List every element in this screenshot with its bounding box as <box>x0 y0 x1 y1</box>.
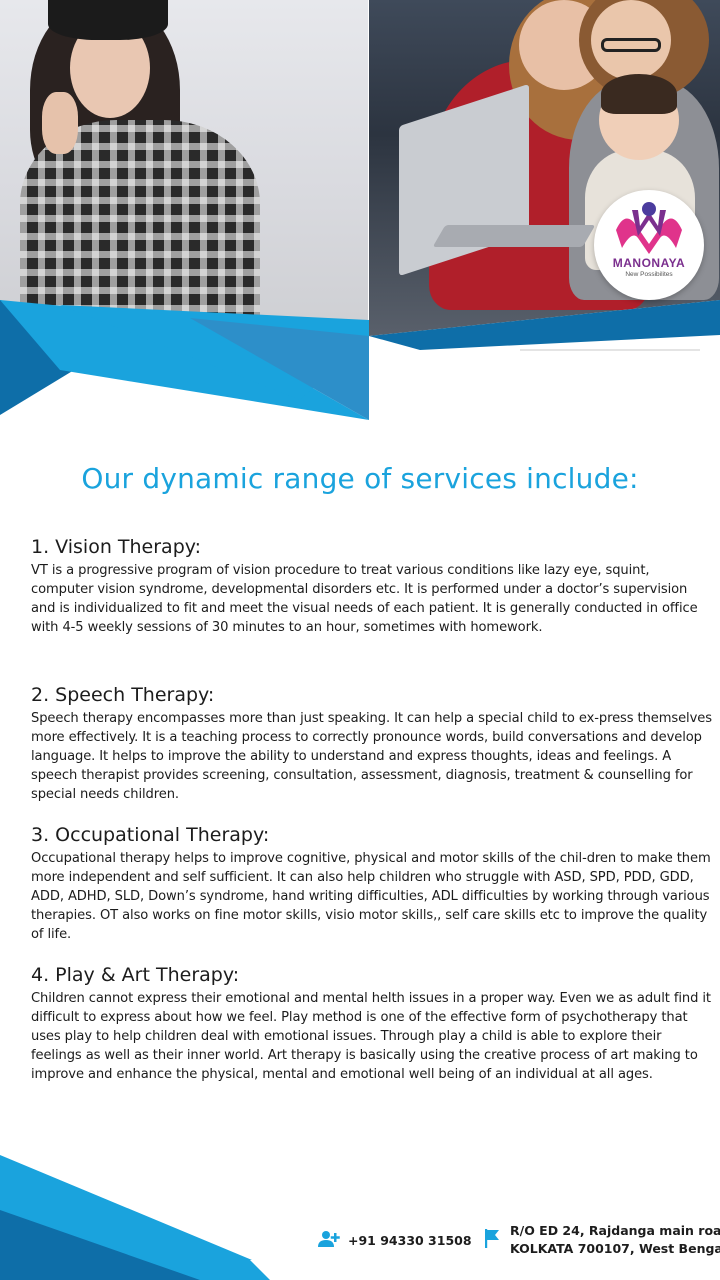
logo-emblem-icon <box>616 202 682 254</box>
service-play-art-therapy: 4. Play & Art Therapy: Children cannot e… <box>31 964 715 1084</box>
add-user-icon <box>318 1230 340 1252</box>
service-vision-therapy: 1. Vision Therapy: VT is a progressive p… <box>31 536 715 637</box>
logo-tagline: New Possibilites <box>625 271 673 278</box>
address-line-2: KOLKATA 700107, West Bengal <box>510 1241 720 1256</box>
service-title: 4. Play & Art Therapy: <box>31 964 240 986</box>
footer-chevron-shapes <box>0 1155 720 1280</box>
service-description: Occupational therapy helps to improve co… <box>31 851 711 942</box>
service-occupational-therapy: 3. Occupational Therapy: Occupational th… <box>31 824 715 944</box>
phone-number: +91 94330 31508 <box>348 1233 472 1248</box>
hero-banner: MANONAYA New Possibilites <box>0 0 720 440</box>
service-speech-therapy: 2. Speech Therapy: Speech therapy encomp… <box>31 684 715 804</box>
manonaya-logo: MANONAYA New Possibilites <box>594 190 704 300</box>
footer-phone[interactable]: +91 94330 31508 <box>318 1230 472 1252</box>
service-title: 1. Vision Therapy: <box>31 536 202 558</box>
service-description: Speech therapy encompasses more than jus… <box>31 711 712 802</box>
service-title: 3. Occupational Therapy: <box>31 824 270 846</box>
page-headline: Our dynamic range of services include: <box>81 462 639 495</box>
service-description: Children cannot express their emotional … <box>31 991 711 1082</box>
service-title: 2. Speech Therapy: <box>31 684 215 706</box>
logo-wordmark: MANONAYA <box>612 256 686 270</box>
flag-icon <box>484 1228 500 1252</box>
footer-address: R/O ED 24, Rajdanga main road, KOLKATA 7… <box>484 1222 720 1258</box>
address-line-1: R/O ED 24, Rajdanga main road, <box>510 1223 720 1238</box>
service-description: VT is a progressive program of vision pr… <box>31 563 698 635</box>
